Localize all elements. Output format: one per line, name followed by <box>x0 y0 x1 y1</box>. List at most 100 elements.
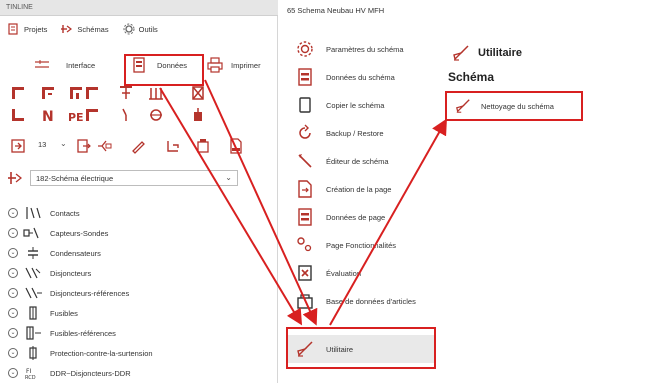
tool-button[interactable] <box>84 107 100 123</box>
bracket-icon <box>167 141 179 152</box>
chevron-down-icon: ⌄ <box>225 173 232 182</box>
rcd-symbol-icon: FIRCD <box>25 368 36 380</box>
toolbar-number: 13 <box>38 140 47 149</box>
menu-item-label: Base de données d'articles <box>326 296 416 306</box>
tool-button[interactable] <box>10 107 26 123</box>
expand-icon[interactable]: ⌄ <box>8 208 18 218</box>
menu-item-page-fonctionnalites[interactable]: Page Fonctionnalités <box>286 231 436 259</box>
symbol-icon <box>120 86 132 99</box>
menu-item-label: Création de la page <box>326 184 392 194</box>
tab-outils[interactable]: Outils <box>123 23 158 35</box>
tab-outils-label: Outils <box>138 24 158 34</box>
tool-button[interactable] <box>68 85 84 101</box>
list-item[interactable]: ⌄ Contacts <box>0 203 278 223</box>
list-item[interactable]: ⌄ Protection-contre-la-surtension <box>0 343 278 363</box>
schema-icon <box>8 171 23 187</box>
tab-projets-label: Projets <box>24 24 48 34</box>
list-item[interactable]: ⌄ Fusibles-références <box>0 323 278 343</box>
interface-icon <box>35 60 49 68</box>
expand-icon[interactable]: ⌄ <box>8 328 18 338</box>
menu-item-label: Page Fonctionnalités <box>326 240 397 250</box>
chevron-down-icon[interactable]: ⌄ <box>60 139 67 148</box>
data-icon <box>133 57 145 73</box>
menu-item-editeur[interactable]: Éditeur de schéma <box>286 147 436 175</box>
menu-item-base-donnees[interactable]: Base de données d'articles <box>286 287 436 315</box>
tool-button[interactable]: PE <box>68 107 84 123</box>
tool-button[interactable] <box>228 138 244 154</box>
expand-icon[interactable]: ⌄ <box>8 228 18 238</box>
broom-icon <box>453 45 469 61</box>
evaluation-icon <box>298 265 312 281</box>
page-arrow-icon <box>11 139 25 153</box>
copy-icon <box>299 97 311 113</box>
nettoyage-schema-button[interactable]: Nettoyage du schéma <box>445 91 583 121</box>
list-item[interactable]: ⌄ Capteurs-Sondes <box>0 223 278 243</box>
tool-button[interactable] <box>118 85 134 101</box>
menu-item-donnees-schema[interactable]: Données du schéma <box>286 63 436 91</box>
symbol-icon <box>194 108 202 121</box>
symbol-icon <box>86 87 98 99</box>
tab-projets[interactable]: Projets <box>8 23 47 35</box>
list-item-label: Disjoncteurs <box>50 268 92 278</box>
list-item-label: Condensateurs <box>50 248 101 258</box>
page-function-icon <box>297 237 312 252</box>
tool-button[interactable] <box>96 138 112 154</box>
list-item[interactable]: ⌄ Condensateurs <box>0 243 278 263</box>
page-arrow-icon <box>77 139 91 153</box>
expand-icon[interactable]: ⌄ <box>8 368 18 378</box>
schema-type-select[interactable]: 182-Schéma électrique ⌄ <box>30 170 238 186</box>
tool-button[interactable] <box>195 138 211 154</box>
printer-icon <box>207 57 223 73</box>
page-create-icon <box>298 180 312 198</box>
menu-item-utilitaire[interactable]: Utilitaire <box>286 335 436 363</box>
expand-icon[interactable]: ⌄ <box>8 268 18 278</box>
tool-button[interactable] <box>190 107 206 123</box>
tool-button[interactable] <box>84 85 100 101</box>
tool-button[interactable] <box>118 107 134 123</box>
tool-button[interactable] <box>165 138 181 154</box>
tool-button[interactable] <box>148 107 164 123</box>
page-data-icon <box>298 208 312 226</box>
expand-icon[interactable]: ⌄ <box>8 248 18 258</box>
surge-protection-symbol-icon <box>29 346 37 360</box>
svg-text:PE: PE <box>68 111 84 123</box>
menu-item-backup[interactable]: Backup / Restore <box>286 119 436 147</box>
page-title: 65 Schema Neubau HV MFH <box>287 6 385 15</box>
left-panel: TINLINE Projets Schémas Outils Interface <box>0 0 278 383</box>
tab-schemas[interactable]: Schémas <box>61 23 109 35</box>
tab-schemas-label: Schémas <box>77 24 109 34</box>
symbol-icon <box>192 86 204 100</box>
expand-icon[interactable]: ⌄ <box>8 288 18 298</box>
expand-icon[interactable]: ⌄ <box>8 348 18 358</box>
tool-button[interactable] <box>10 138 26 154</box>
list-item-label: Protection-contre-la-surtension <box>50 348 153 358</box>
list-item-label: Fusibles-références <box>50 328 116 338</box>
application-window: TINLINE Projets Schémas Outils Interface <box>0 0 661 383</box>
list-item[interactable]: ⌄ Disjoncteurs-références <box>0 283 278 303</box>
list-item[interactable]: ⌄ FI RCD DDR~Disjoncteurs-DDR <box>0 363 278 383</box>
tool-button[interactable] <box>130 138 146 154</box>
tool-button[interactable] <box>148 85 164 101</box>
subtab-interface[interactable]: Interface <box>34 52 95 78</box>
menu-item-creation-page[interactable]: Création de la page <box>286 175 436 203</box>
subtab-interface-label: Interface <box>66 60 96 70</box>
expand-icon[interactable]: ⌄ <box>8 308 18 318</box>
subtab-imprimer[interactable]: Imprimer <box>207 52 261 78</box>
list-item-label: Fusibles <box>50 308 78 318</box>
tool-button[interactable] <box>40 85 56 101</box>
subtab-donnees[interactable]: Données <box>133 52 187 78</box>
menu-item-evaluation[interactable]: Évaluation <box>286 259 436 287</box>
sensor-symbol-icon <box>23 227 39 239</box>
tool-button[interactable] <box>190 85 206 101</box>
tool-button[interactable]: N <box>40 107 56 123</box>
list-item[interactable]: ⌄ Disjoncteurs <box>0 263 278 283</box>
tool-button[interactable] <box>76 138 92 154</box>
tool-row-1 <box>0 82 278 104</box>
menu-item-donnees-page[interactable]: Données de page <box>286 203 436 231</box>
tool-button[interactable] <box>10 85 26 101</box>
menu-item-parametres[interactable]: Paramètres du schéma <box>286 35 436 63</box>
submenu-title: Utilitaire <box>452 44 522 62</box>
menu-item-copier[interactable]: Copier le schéma <box>286 91 436 119</box>
list-item[interactable]: ⌄ Fusibles <box>0 303 278 323</box>
symbol-icon <box>70 87 82 99</box>
